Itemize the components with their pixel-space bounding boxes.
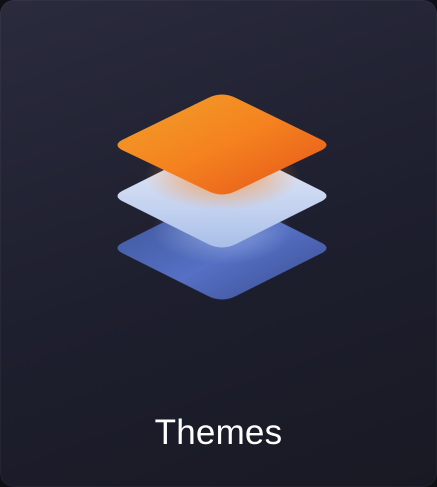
app-label: Themes bbox=[154, 413, 283, 452]
themes-app-tile[interactable]: Themes bbox=[0, 0, 437, 487]
stacked-layers-icon bbox=[117, 94, 327, 300]
